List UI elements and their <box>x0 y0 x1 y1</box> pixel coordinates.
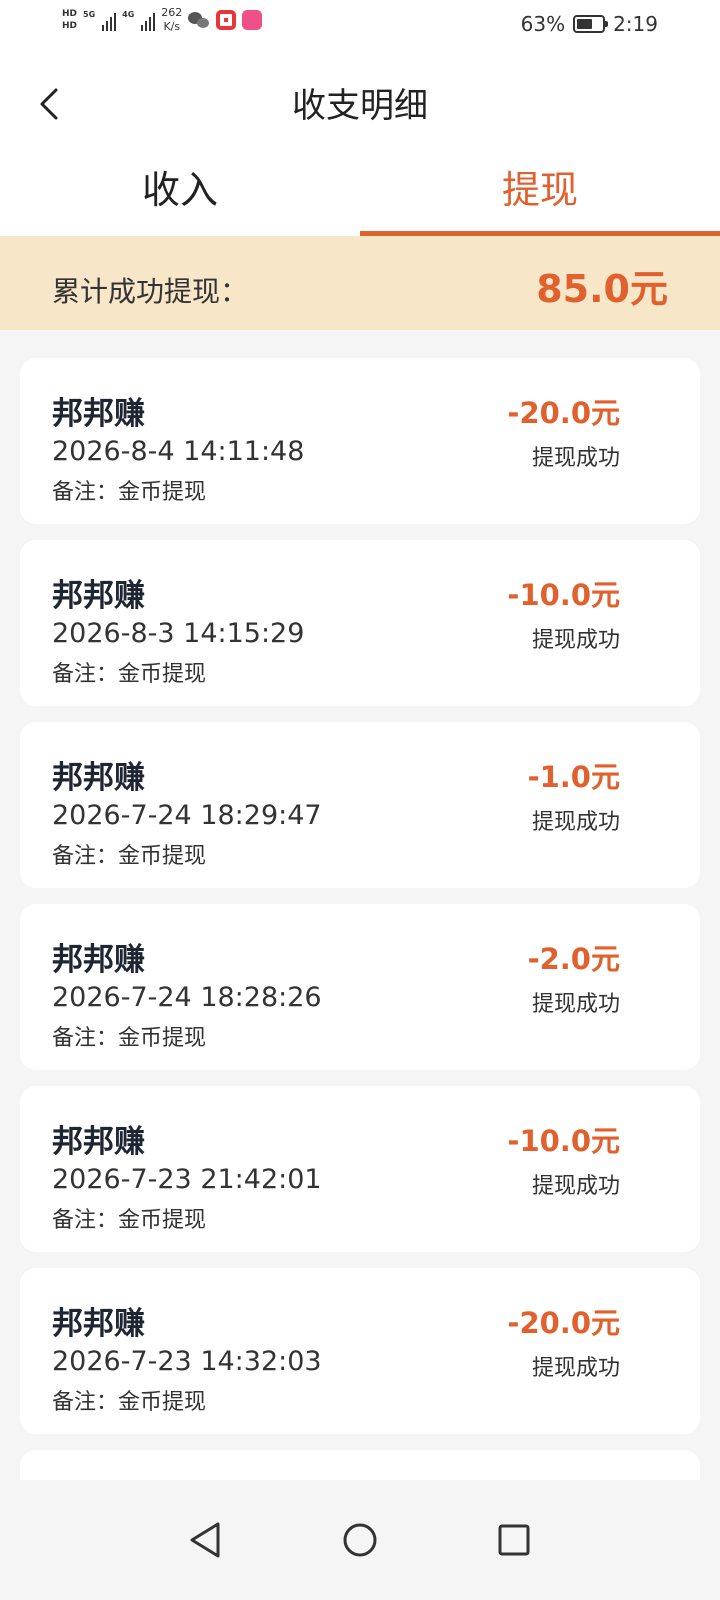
record-note: 备注：金币提现 <box>52 844 207 869</box>
record-app-name: 邦邦赚 <box>52 396 145 432</box>
record-status: 提现成功 <box>531 992 620 1017</box>
record-note: 备注：金币提现 <box>52 1026 207 1051</box>
record-status: 提现成功 <box>531 1356 620 1381</box>
record-amount: -20.0元 <box>507 396 620 430</box>
record-time: 2026-7-24 18:28:26 <box>52 982 322 1013</box>
network-type-5g: 5G <box>83 10 96 19</box>
record-status: 提现成功 <box>531 446 620 471</box>
record-status: 提现成功 <box>531 1174 620 1199</box>
nav-back-icon[interactable] <box>188 1520 224 1560</box>
nav-recent-icon[interactable] <box>496 1520 532 1560</box>
summary-value: 85.0元 <box>536 267 668 311</box>
signal-icon-2 <box>141 9 156 31</box>
battery-percent: 63% <box>520 12 566 36</box>
record-amount: -10.0元 <box>507 578 620 612</box>
record-card: 邦邦赚 2026-8-4 14:11:48 备注：金币提现 -20.0元 提现成… <box>20 358 700 524</box>
signal-icon <box>102 9 117 31</box>
hd-label-bottom: HD <box>62 21 78 31</box>
record-card: 邦邦赚 2026-7-23 14:32:03 备注：金币提现 -20.0元 提现… <box>20 1268 700 1434</box>
status-bar-left: HD HD 5G 4G 262 K/s <box>62 6 263 34</box>
nav-bar: 收支明细 <box>0 48 720 158</box>
battery-icon <box>573 15 609 33</box>
network-speed: 262 K/s <box>161 6 182 34</box>
record-time: 2026-7-23 21:42:01 <box>52 1164 322 1195</box>
record-time: 2026-7-24 18:29:47 <box>52 800 322 831</box>
record-list[interactable]: 邦邦赚 2026-8-4 14:11:48 备注：金币提现 -20.0元 提现成… <box>20 358 700 1480</box>
record-app-name: 邦邦赚 <box>52 942 145 978</box>
record-note: 备注：金币提现 <box>52 662 207 687</box>
record-amount: -1.0元 <box>527 760 620 794</box>
record-note: 备注：金币提现 <box>52 480 207 505</box>
tab-bar: 收入 提现 <box>0 150 720 236</box>
pink-app-icon <box>242 10 263 30</box>
system-navigation-bar <box>0 1480 720 1600</box>
nav-home-icon[interactable] <box>342 1520 378 1560</box>
record-status: 提现成功 <box>531 810 620 835</box>
hd-indicator: HD HD <box>62 9 77 31</box>
record-card: 邦邦赚 2026-8-3 14:15:29 备注：金币提现 -10.0元 提现成… <box>20 540 700 706</box>
record-time: 2026-7-23 14:32:03 <box>52 1346 322 1377</box>
record-time: 2026-8-3 14:15:29 <box>52 618 305 649</box>
record-note: 备注：金币提现 <box>52 1390 207 1415</box>
record-note: 备注：金币提现 <box>52 1208 207 1233</box>
battery-fill <box>577 19 593 29</box>
tab-withdraw[interactable]: 提现 <box>360 150 720 236</box>
record-status: 提现成功 <box>531 628 620 653</box>
status-bar-right: 63% 2:19 <box>521 12 658 36</box>
record-app-name: 邦邦赚 <box>52 760 145 796</box>
record-card-partial <box>20 1450 700 1480</box>
record-amount: -10.0元 <box>507 1124 620 1158</box>
record-app-name: 邦邦赚 <box>52 578 145 614</box>
network-speed-value: 262 <box>161 6 183 19</box>
record-app-name: 邦邦赚 <box>52 1124 145 1160</box>
withdraw-summary: 累计成功提现： 85.0元 <box>0 236 720 330</box>
record-card: 邦邦赚 2026-7-24 18:28:26 备注：金币提现 -2.0元 提现成… <box>20 904 700 1070</box>
red-app-icon <box>216 10 237 30</box>
status-bar: HD HD 5G 4G 262 K/s 63% 2:19 <box>0 0 720 48</box>
network-speed-unit: K/s <box>163 20 181 33</box>
record-card: 邦邦赚 2026-7-23 21:42:01 备注：金币提现 -10.0元 提现… <box>20 1086 700 1252</box>
wechat-icon <box>188 10 210 30</box>
tab-income[interactable]: 收入 <box>0 150 360 236</box>
record-amount: -20.0元 <box>507 1306 620 1340</box>
summary-label: 累计成功提现： <box>52 275 249 308</box>
page-title: 收支明细 <box>292 86 428 126</box>
network-type-4g: 4G <box>122 10 135 19</box>
record-amount: -2.0元 <box>527 942 620 976</box>
hd-label-top: HD <box>62 9 78 19</box>
record-time: 2026-8-4 14:11:48 <box>52 436 305 467</box>
record-card: 邦邦赚 2026-7-24 18:29:47 备注：金币提现 -1.0元 提现成… <box>20 722 700 888</box>
clock: 2:19 <box>613 12 658 36</box>
record-app-name: 邦邦赚 <box>52 1306 145 1342</box>
